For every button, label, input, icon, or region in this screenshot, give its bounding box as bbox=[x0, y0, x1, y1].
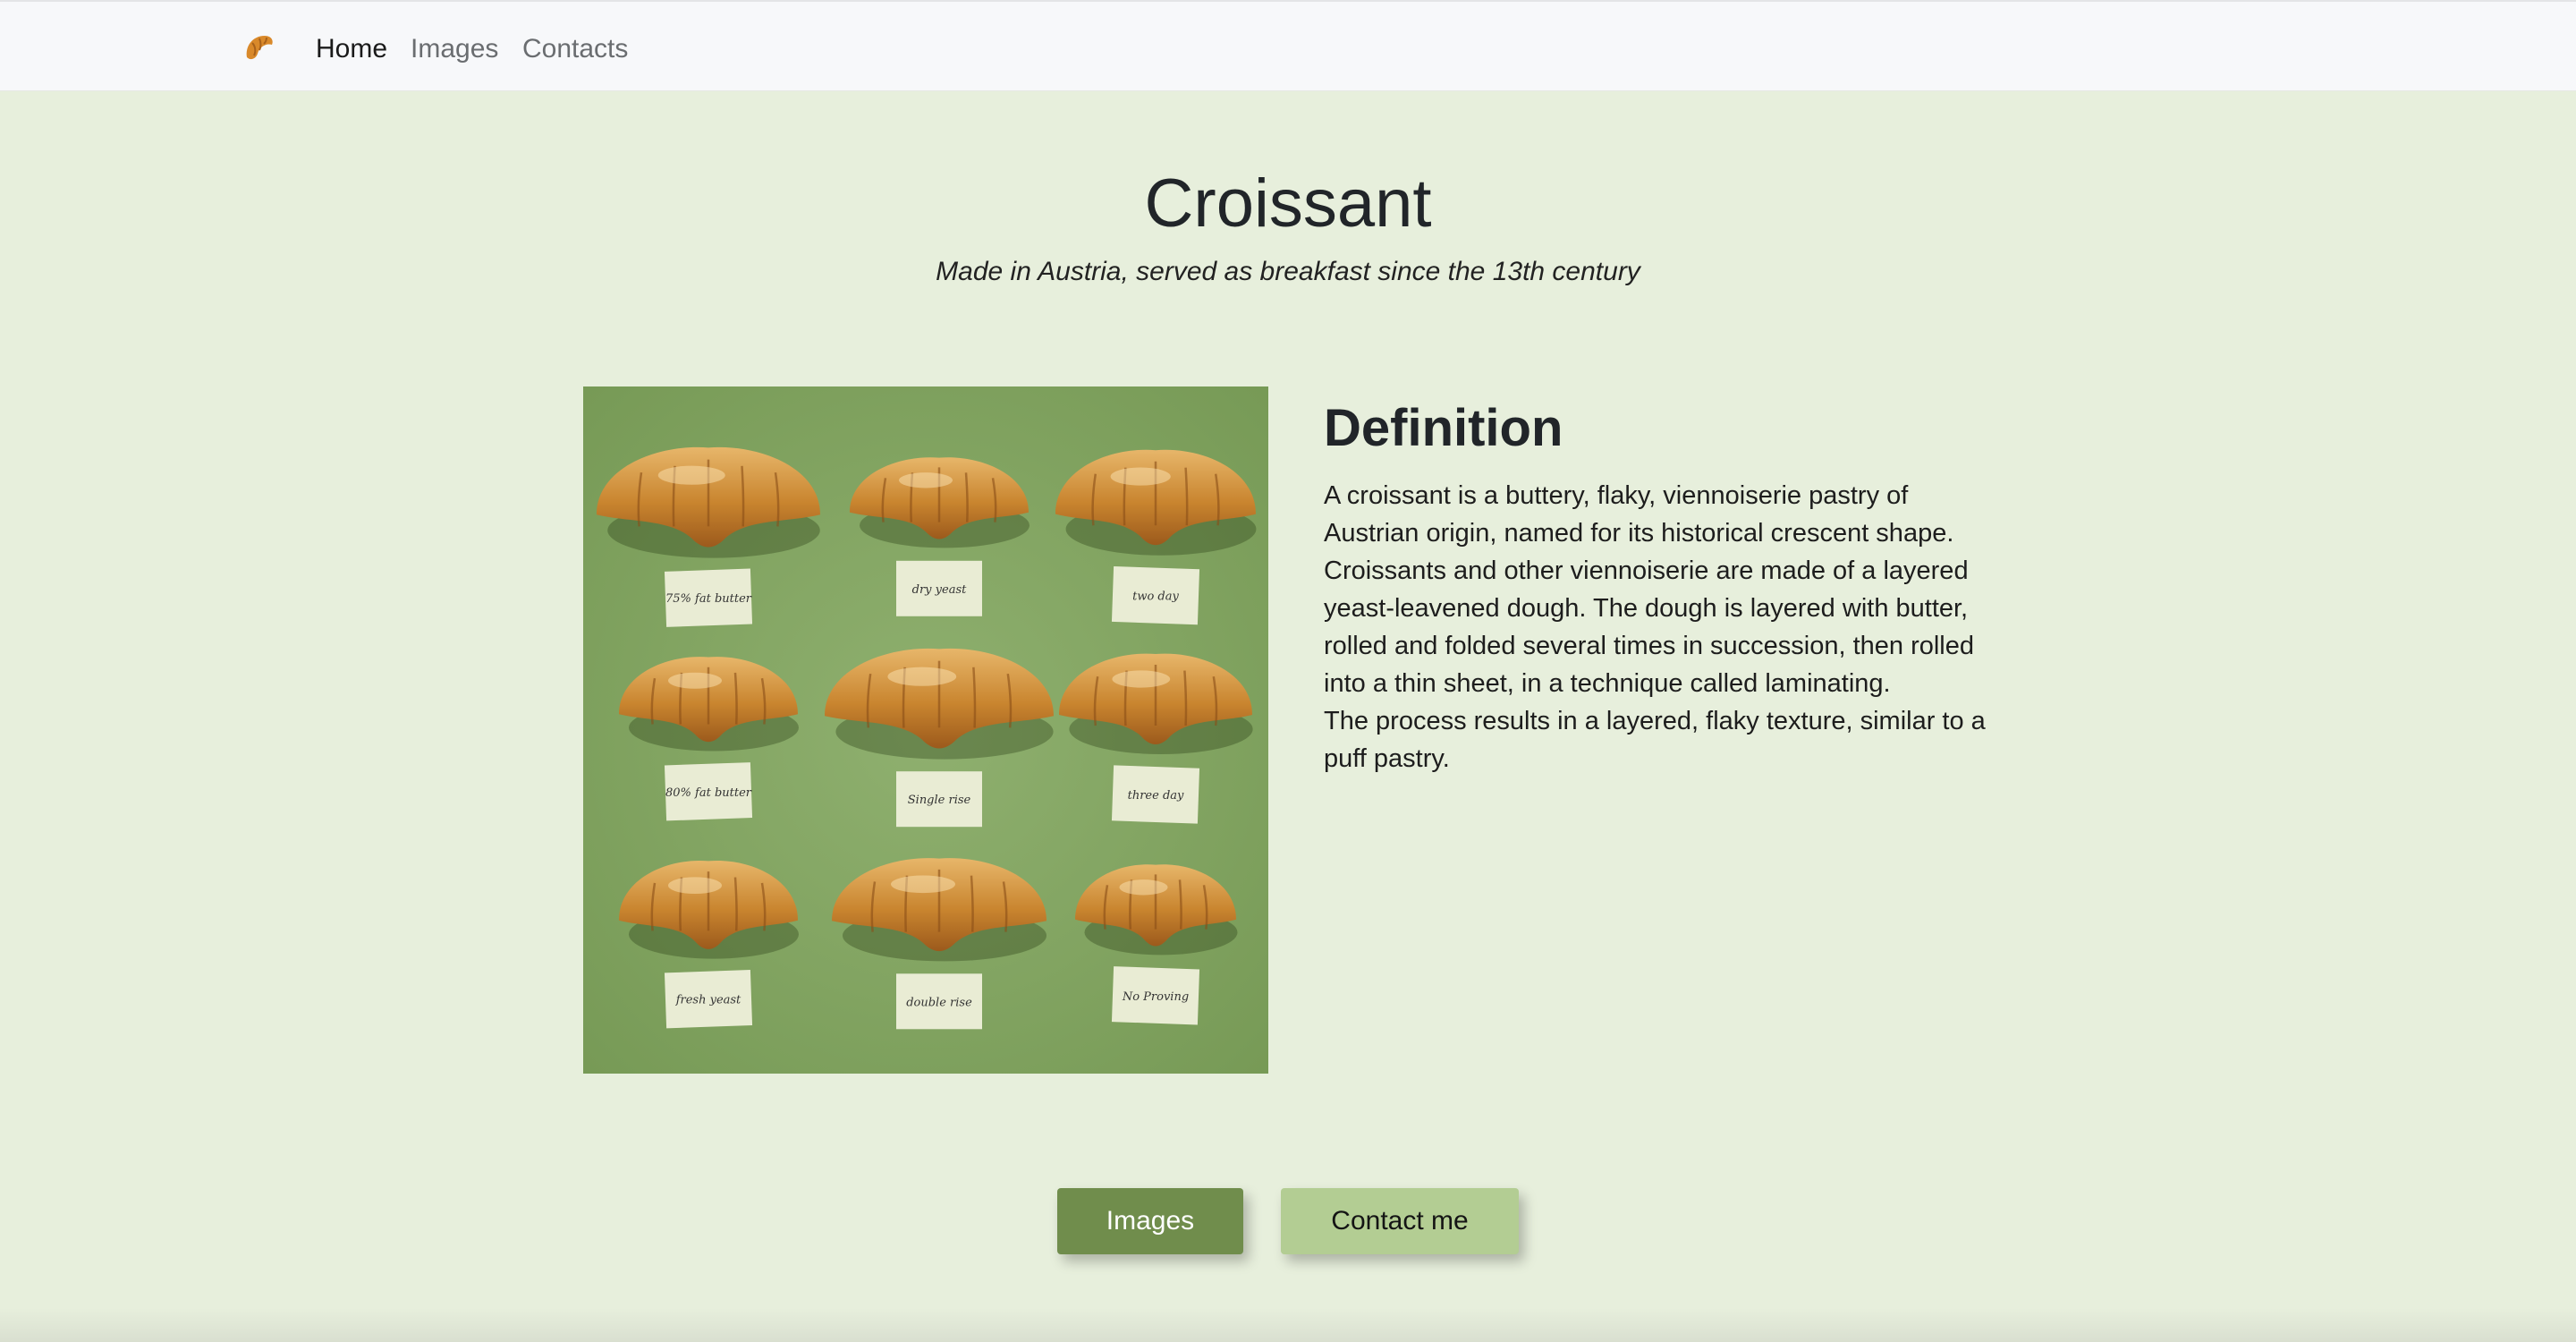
page-bottom-edge bbox=[0, 1308, 2576, 1342]
images-button[interactable]: Images bbox=[1057, 1188, 1243, 1254]
contact-me-button[interactable]: Contact me bbox=[1281, 1188, 1519, 1254]
label-text: double rise bbox=[906, 996, 972, 1009]
definition-text: A croissant is a buttery, flaky, viennoi… bbox=[1324, 477, 2004, 777]
label-text: three day bbox=[1128, 789, 1184, 803]
page-subtitle: Made in Austria, served as breakfast sin… bbox=[936, 257, 1640, 286]
nav-contacts-link[interactable]: Contacts bbox=[522, 32, 628, 66]
croissant-photo: 75% fat butter dry yeast two day 80% fat bu… bbox=[583, 386, 1268, 1074]
label-text: Single rise bbox=[908, 794, 971, 807]
definition-title: Definition bbox=[1324, 399, 1563, 457]
label-text: two day bbox=[1132, 590, 1179, 604]
label-text: 80% fat butter bbox=[665, 786, 752, 800]
label-text: No Proving bbox=[1122, 990, 1189, 1004]
label-text: dry yeast bbox=[912, 583, 967, 597]
page-title: Croissant bbox=[1144, 166, 1432, 242]
definition-paragraph-2: The process results in a layered, flaky … bbox=[1324, 707, 1986, 773]
label-text: fresh yeast bbox=[675, 994, 741, 1007]
definition-paragraph-1: A croissant is a buttery, flaky, viennoi… bbox=[1324, 481, 1975, 698]
label-text: 75% fat butter bbox=[665, 592, 752, 606]
navbar: Home Images Contacts bbox=[0, 0, 2576, 91]
nav-home-link[interactable]: Home bbox=[316, 32, 387, 66]
nav-images-link[interactable]: Images bbox=[411, 32, 498, 66]
croissant-icon[interactable] bbox=[242, 30, 277, 66]
